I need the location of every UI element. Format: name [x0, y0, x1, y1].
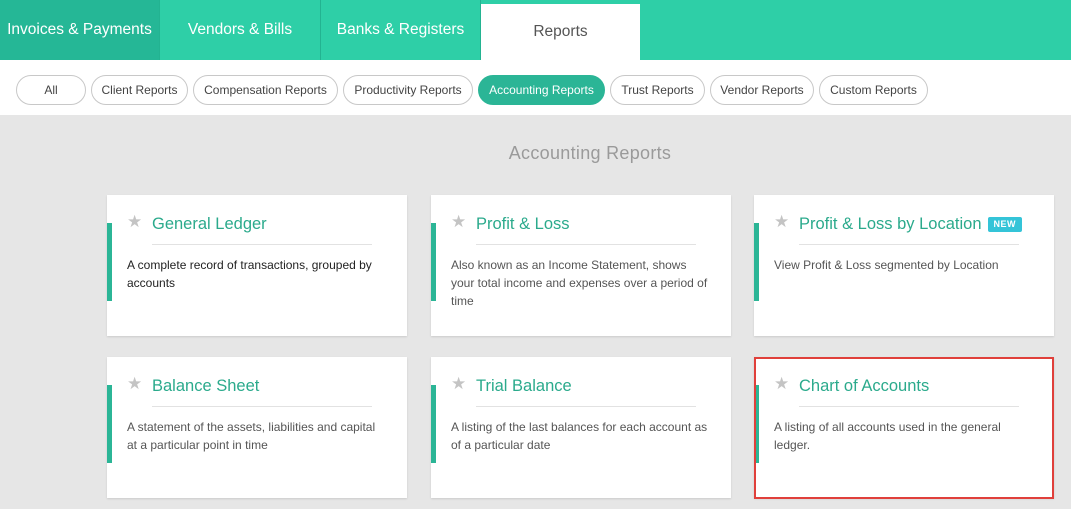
card-title[interactable]: General Ledger	[152, 215, 267, 234]
tab-vendors-bills[interactable]: Vendors & Bills	[160, 0, 321, 60]
report-card-profit-loss[interactable]: ★ Profit & Loss Also known as an Income …	[431, 195, 731, 336]
section-title: Accounting Reports	[508, 143, 672, 163]
top-nav: Invoices & Payments Vendors & Bills Bank…	[0, 0, 1071, 60]
card-divider	[799, 244, 1019, 245]
report-card-profit-loss-by-location[interactable]: ★ Profit & Loss by Location NEW View Pro…	[754, 195, 1054, 336]
card-title[interactable]: Chart of Accounts	[799, 377, 929, 396]
card-accent	[754, 385, 759, 463]
card-description: View Profit & Loss segmented by Location	[774, 258, 999, 272]
card-divider	[799, 406, 1019, 407]
report-card-general-ledger[interactable]: ★ General Ledger A complete record of tr…	[107, 195, 407, 336]
card-description: A listing of all accounts used in the ge…	[774, 420, 1001, 452]
new-badge: NEW	[987, 217, 1023, 232]
card-title[interactable]: Balance Sheet	[152, 377, 259, 396]
card-accent	[107, 223, 112, 301]
star-icon[interactable]: ★	[127, 375, 142, 392]
card-accent	[754, 223, 759, 301]
report-category-nav: All Client Reports Compensation Reports …	[0, 60, 1071, 115]
star-icon[interactable]: ★	[774, 375, 789, 392]
filter-productivity-reports[interactable]: Productivity Reports	[343, 75, 473, 105]
filter-all[interactable]: All	[16, 75, 86, 105]
card-title[interactable]: Profit & Loss by Location NEW	[799, 215, 1023, 234]
filter-vendor-reports[interactable]: Vendor Reports	[710, 75, 814, 105]
card-description: A complete record of transactions, group…	[127, 258, 372, 290]
star-icon[interactable]: ★	[774, 213, 789, 230]
card-title[interactable]: Trial Balance	[476, 377, 572, 396]
report-card-trial-balance[interactable]: ★ Trial Balance A listing of the last ba…	[431, 357, 731, 498]
tab-reports[interactable]: Reports	[481, 4, 640, 60]
star-icon[interactable]: ★	[451, 375, 466, 392]
star-icon[interactable]: ★	[127, 213, 142, 230]
card-accent	[107, 385, 112, 463]
card-divider	[152, 244, 372, 245]
card-title[interactable]: Profit & Loss	[476, 215, 570, 234]
filter-client-reports[interactable]: Client Reports	[91, 75, 188, 105]
card-divider	[476, 406, 696, 407]
filter-compensation-reports[interactable]: Compensation Reports	[193, 75, 338, 105]
report-card-chart-of-accounts[interactable]: ★ Chart of Accounts A listing of all acc…	[754, 357, 1054, 498]
card-divider	[476, 244, 696, 245]
card-description: A statement of the assets, liabilities a…	[127, 420, 376, 452]
star-icon[interactable]: ★	[451, 213, 466, 230]
filter-trust-reports[interactable]: Trust Reports	[610, 75, 705, 105]
card-accent	[431, 385, 436, 463]
card-accent	[431, 223, 436, 301]
tab-banks-registers[interactable]: Banks & Registers	[321, 0, 481, 60]
card-description: Also known as an Income Statement, shows…	[451, 258, 708, 308]
tab-invoices-payments[interactable]: Invoices & Payments	[0, 0, 160, 60]
filter-custom-reports[interactable]: Custom Reports	[819, 75, 928, 105]
card-description: A listing of the last balances for each …	[451, 420, 708, 452]
report-card-balance-sheet[interactable]: ★ Balance Sheet A statement of the asset…	[107, 357, 407, 498]
filter-accounting-reports[interactable]: Accounting Reports	[478, 75, 605, 105]
card-divider	[152, 406, 372, 407]
